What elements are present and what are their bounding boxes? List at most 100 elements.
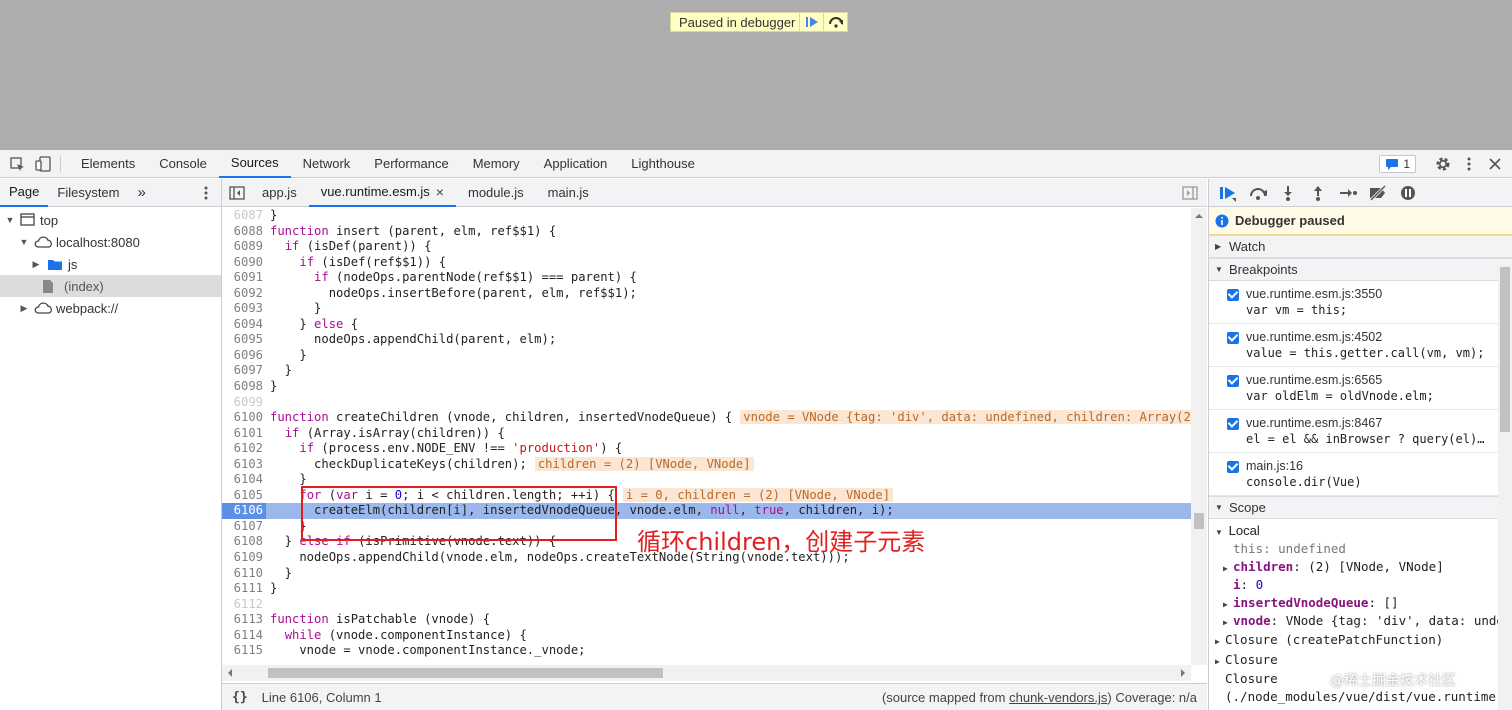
- line-number[interactable]: 6089: [222, 239, 263, 255]
- scope-local-header[interactable]: ▼ Local: [1209, 522, 1512, 540]
- close-tab-icon[interactable]: ×: [436, 184, 444, 200]
- sidebar-scrollbar[interactable]: [1498, 265, 1512, 710]
- pause-on-exceptions-button[interactable]: [1393, 179, 1423, 207]
- step-over-overlay-button[interactable]: [823, 13, 847, 31]
- line-number[interactable]: 6105: [222, 488, 263, 504]
- tab-memory[interactable]: Memory: [461, 150, 532, 178]
- breakpoint-checkbox[interactable]: [1227, 289, 1239, 301]
- watch-section-header[interactable]: ▶ Watch: [1209, 235, 1512, 258]
- line-number[interactable]: 6107: [222, 519, 263, 535]
- resume-button[interactable]: [1213, 179, 1243, 207]
- tab-elements[interactable]: Elements: [69, 150, 147, 178]
- tab-lighthouse[interactable]: Lighthouse: [619, 150, 707, 178]
- line-number[interactable]: 6114: [222, 628, 263, 644]
- scope-prop-vnode[interactable]: ▶ vnode: VNode {tag: 'div', data: undef: [1209, 612, 1512, 630]
- issues-button[interactable]: 1: [1379, 155, 1416, 173]
- line-number[interactable]: 6099: [222, 395, 263, 411]
- code-line[interactable]: 6112: [222, 597, 1191, 613]
- tree-item-index[interactable]: (index): [0, 275, 221, 297]
- tree-item-webpack[interactable]: ▶ webpack://: [0, 297, 221, 319]
- code-line[interactable]: 6097 }: [222, 363, 1191, 379]
- file-tab-main-js[interactable]: main.js: [536, 179, 601, 207]
- code-line[interactable]: 6102 if (process.env.NODE_ENV !== 'produ…: [222, 441, 1191, 457]
- scope-closure[interactable]: ▶ Closure: [1209, 650, 1512, 670]
- scope-prop-inserted-vnode-queue[interactable]: ▶ insertedVnodeQueue: []: [1209, 594, 1512, 612]
- settings-gear-icon[interactable]: [1430, 150, 1456, 178]
- code-area[interactable]: 6087} 6088 function insert (parent, elm, r…: [222, 208, 1191, 665]
- step-into-button[interactable]: [1273, 179, 1303, 207]
- breakpoint-checkbox[interactable]: [1227, 375, 1239, 387]
- breakpoint-checkbox[interactable]: [1227, 332, 1239, 344]
- breakpoint-item[interactable]: vue.runtime.esm.js:8467 el = el && inBrow…: [1209, 410, 1512, 453]
- nav-tab-page[interactable]: Page: [0, 179, 49, 207]
- deactivate-breakpoints-button[interactable]: [1363, 179, 1393, 207]
- toggle-navigator-icon[interactable]: [224, 179, 250, 207]
- editor-vertical-scrollbar[interactable]: [1191, 208, 1207, 665]
- line-number[interactable]: 6097: [222, 363, 263, 379]
- tree-item-top[interactable]: ▼ top: [0, 209, 221, 231]
- line-number[interactable]: 6103: [222, 457, 263, 473]
- line-number[interactable]: 6093: [222, 301, 263, 317]
- tree-item-js[interactable]: ▶ js: [0, 253, 221, 275]
- horizontal-scroll-thumb[interactable]: [268, 668, 663, 678]
- line-number[interactable]: 6098: [222, 379, 263, 395]
- source-map-link[interactable]: chunk-vendors.js: [1009, 690, 1107, 705]
- tab-performance[interactable]: Performance: [362, 150, 460, 178]
- line-number[interactable]: 6115: [222, 643, 263, 659]
- line-number[interactable]: 6106: [222, 503, 266, 519]
- line-number[interactable]: 6110: [222, 566, 263, 582]
- breakpoints-section-header[interactable]: ▼ Breakpoints: [1209, 258, 1512, 281]
- code-line[interactable]: 6096 }: [222, 348, 1191, 364]
- code-line[interactable]: 6099: [222, 395, 1191, 411]
- line-number[interactable]: 6112: [222, 597, 263, 613]
- line-number[interactable]: 6101: [222, 426, 263, 442]
- file-tab-module-js[interactable]: module.js: [456, 179, 536, 207]
- tab-application[interactable]: Application: [532, 150, 620, 178]
- breakpoint-item[interactable]: main.js:16 console.dir(Vue): [1209, 453, 1512, 496]
- file-tab-vue-runtime[interactable]: vue.runtime.esm.js ×: [308, 179, 456, 207]
- vertical-scroll-thumb[interactable]: [1194, 513, 1204, 529]
- code-line[interactable]: 6088 function insert (parent, elm, ref$$1…: [222, 224, 1191, 240]
- inspect-element-icon[interactable]: [4, 150, 30, 178]
- step-out-button[interactable]: [1303, 179, 1333, 207]
- breakpoint-checkbox[interactable]: [1227, 418, 1239, 430]
- pretty-print-icon[interactable]: {}: [232, 690, 248, 705]
- code-line[interactable]: 6093 }: [222, 301, 1191, 317]
- code-line[interactable]: 6095 nodeOps.appendChild(parent, elm);: [222, 332, 1191, 348]
- line-number[interactable]: 6092: [222, 286, 263, 302]
- sidebar-scroll-thumb[interactable]: [1500, 267, 1510, 432]
- close-devtools-icon[interactable]: [1482, 150, 1508, 178]
- breakpoint-item[interactable]: vue.runtime.esm.js:4502 value = this.gett…: [1209, 324, 1512, 367]
- line-number[interactable]: 6088: [222, 224, 263, 240]
- step-over-button[interactable]: [1243, 179, 1273, 207]
- line-number[interactable]: 6100: [222, 410, 263, 426]
- navigator-menu-icon[interactable]: [203, 185, 209, 204]
- code-line[interactable]: 6101 if (Array.isArray(children)) {: [222, 426, 1191, 442]
- line-number[interactable]: 6096: [222, 348, 263, 364]
- device-toolbar-icon[interactable]: [30, 150, 56, 178]
- code-line[interactable]: 6113 function isPatchable (vnode) {: [222, 612, 1191, 628]
- resume-overlay-button[interactable]: [799, 13, 823, 31]
- tree-item-localhost[interactable]: ▼ localhost:8080: [0, 231, 221, 253]
- nav-more-tabs[interactable]: »: [129, 179, 155, 207]
- toggle-debugger-icon[interactable]: [1177, 179, 1203, 207]
- line-number[interactable]: 6095: [222, 332, 263, 348]
- line-number[interactable]: 6109: [222, 550, 263, 566]
- code-line[interactable]: 6094 } else {: [222, 317, 1191, 333]
- tab-console[interactable]: Console: [147, 150, 219, 178]
- code-line[interactable]: 6098}: [222, 379, 1191, 395]
- step-button[interactable]: [1333, 179, 1363, 207]
- code-line[interactable]: 6091 if (nodeOps.parentNode(ref$$1) === …: [222, 270, 1191, 286]
- line-number[interactable]: 6091: [222, 270, 263, 286]
- nav-tab-filesystem[interactable]: Filesystem: [48, 179, 128, 207]
- code-line[interactable]: 6089 if (isDef(parent)) {: [222, 239, 1191, 255]
- breakpoint-checkbox[interactable]: [1227, 461, 1239, 473]
- line-number[interactable]: 6108: [222, 534, 263, 550]
- more-options-icon[interactable]: [1456, 150, 1482, 178]
- code-line[interactable]: 6092 nodeOps.insertBefore(parent, elm, r…: [222, 286, 1191, 302]
- code-line[interactable]: 6090 if (isDef(ref$$1)) {: [222, 255, 1191, 271]
- code-line[interactable]: 6115 vnode = vnode.componentInstance._vn…: [222, 643, 1191, 659]
- tab-sources[interactable]: Sources: [218, 150, 291, 178]
- line-number[interactable]: 6094: [222, 317, 263, 333]
- file-tab-app-js[interactable]: app.js: [250, 179, 309, 207]
